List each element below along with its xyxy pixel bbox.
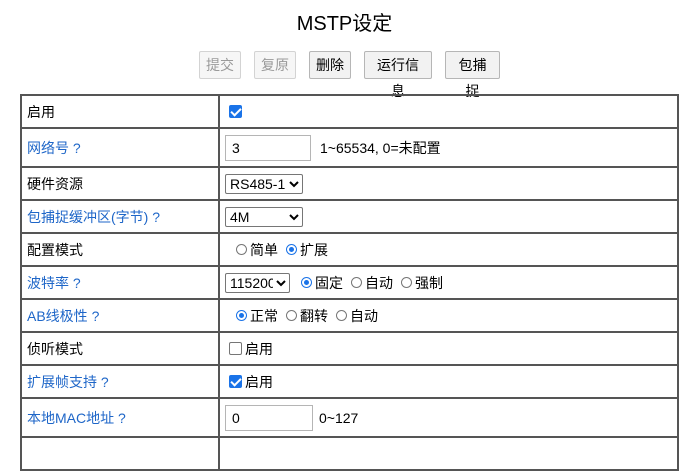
listen-mode-checkbox[interactable]	[229, 342, 242, 355]
row-ext-frame: 扩展帧支持 ? 启用	[20, 364, 679, 399]
baud-label[interactable]: 波特率 ?	[20, 265, 220, 300]
reverse-radio[interactable]	[286, 310, 297, 321]
listen-mode-label: 侦听模式	[20, 331, 220, 366]
delete-button[interactable]: 删除	[309, 51, 351, 79]
network-label[interactable]: 网络号 ?	[20, 127, 220, 168]
row-network: 网络号 ? 1~65534, 0=未配置	[20, 127, 679, 168]
row-mac: 本地MAC地址 ? 0~127	[20, 397, 679, 438]
listen-mode-check-label: 启用	[245, 340, 273, 357]
row-config-mode: 配置模式 简单 扩展	[20, 232, 679, 267]
packet-capture-button[interactable]: 包捕捉	[445, 51, 500, 99]
polarity-auto-radio[interactable]	[336, 310, 347, 321]
enable-label: 启用	[20, 94, 220, 129]
row-partial	[20, 436, 679, 471]
baud-fixed[interactable]: 固定	[301, 273, 343, 293]
row-capture-buffer: 包捕捉缓冲区(字节) ? 4M	[20, 199, 679, 234]
baud-force[interactable]: 强制	[401, 273, 443, 293]
run-info-button[interactable]: 运行信息	[364, 51, 432, 99]
ab-polarity-label[interactable]: AB线极性 ?	[20, 298, 220, 333]
network-number-input[interactable]	[225, 134, 311, 161]
auto-radio[interactable]	[351, 277, 362, 288]
polarity-normal[interactable]: 正常	[236, 306, 278, 326]
submit-button[interactable]: 提交	[199, 51, 241, 79]
ext-frame-label[interactable]: 扩展帧支持 ?	[20, 364, 220, 399]
baud-select[interactable]: 115200	[225, 272, 290, 293]
hardware-label: 硬件资源	[20, 166, 220, 201]
config-mode-simple[interactable]: 简单	[236, 240, 278, 260]
toolbar: 提交 复原 删除 运行信息 包捕捉	[0, 51, 689, 99]
restore-button[interactable]: 复原	[254, 51, 296, 79]
network-hint: 1~65534, 0=未配置	[320, 139, 441, 156]
mac-label[interactable]: 本地MAC地址 ?	[20, 397, 220, 438]
capture-buffer-label[interactable]: 包捕捉缓冲区(字节) ?	[20, 199, 220, 234]
extended-radio[interactable]	[286, 244, 297, 255]
row-baud: 波特率 ? 115200 固定 自动 强制	[20, 265, 679, 300]
row-enable: 启用	[20, 94, 679, 129]
fixed-radio[interactable]	[301, 277, 312, 288]
row-hardware: 硬件资源 RS485-1	[20, 166, 679, 201]
mac-address-input[interactable]	[225, 404, 313, 431]
settings-table: 启用 网络号 ? 1~65534, 0=未配置 硬件资源 RS485-1 包捕捉…	[20, 94, 679, 471]
force-radio[interactable]	[401, 277, 412, 288]
normal-radio[interactable]	[236, 310, 247, 321]
ext-frame-check-label: 启用	[245, 373, 273, 390]
row-ab-polarity: AB线极性 ? 正常 翻转 自动	[20, 298, 679, 333]
baud-auto[interactable]: 自动	[351, 273, 393, 293]
config-mode-label: 配置模式	[20, 232, 220, 267]
polarity-auto[interactable]: 自动	[336, 306, 378, 326]
page-title: MSTP设定	[296, 13, 393, 35]
config-mode-extended[interactable]: 扩展	[286, 240, 328, 260]
ext-frame-checkbox[interactable]	[229, 375, 242, 388]
mac-hint: 0~127	[319, 409, 359, 426]
row-listen-mode: 侦听模式 启用	[20, 331, 679, 366]
polarity-reverse[interactable]: 翻转	[286, 306, 328, 326]
capture-buffer-select[interactable]: 4M	[225, 206, 303, 227]
simple-radio[interactable]	[236, 244, 247, 255]
hardware-select[interactable]: RS485-1	[225, 173, 303, 194]
enable-checkbox[interactable]	[229, 105, 242, 118]
